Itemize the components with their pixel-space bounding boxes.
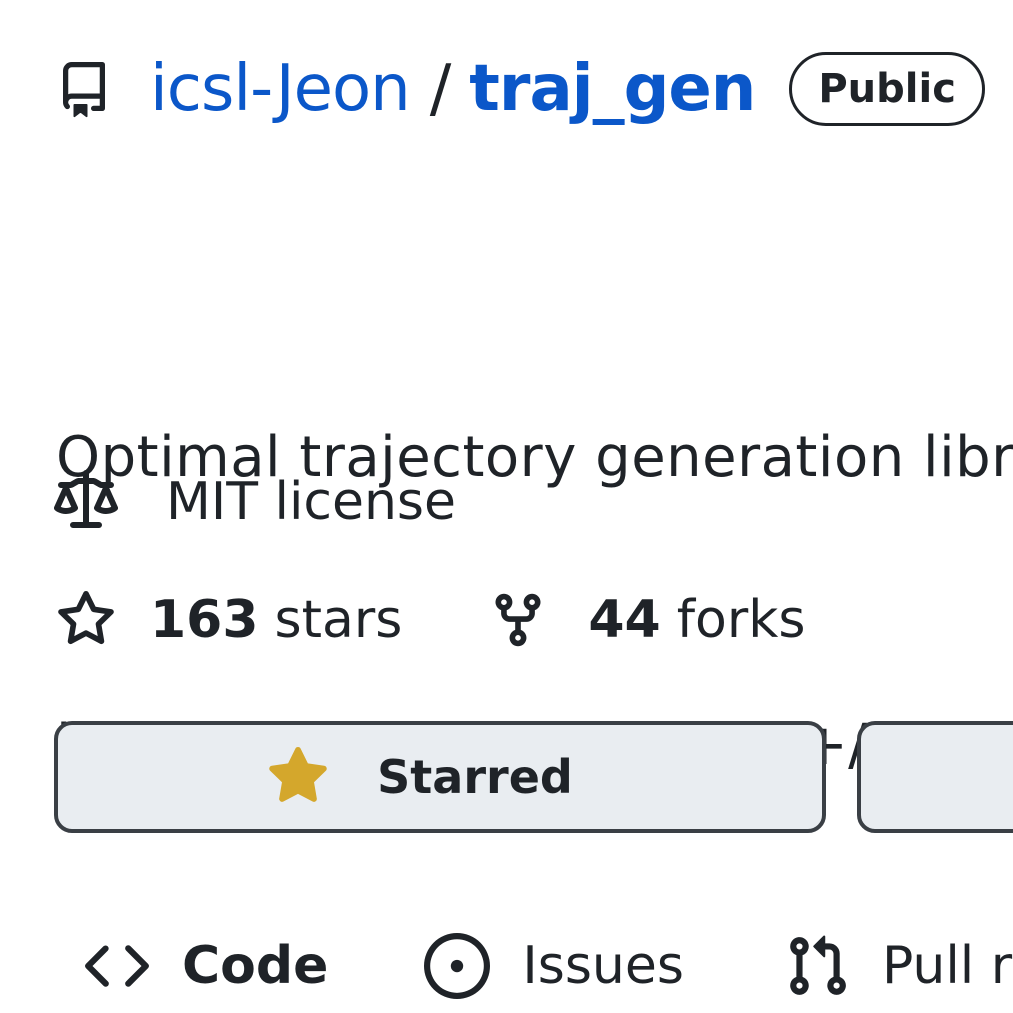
tab-issues[interactable]: Issues xyxy=(424,933,684,999)
visibility-badge: Public xyxy=(789,52,985,126)
repo-stats: 163 stars 44 forks xyxy=(56,588,805,652)
starred-button[interactable]: Starred xyxy=(54,721,826,833)
tab-issues-label: Issues xyxy=(522,936,684,996)
stars-label: stars xyxy=(274,590,403,650)
license-label: MIT license xyxy=(166,472,457,532)
license-link[interactable]: MIT license xyxy=(54,470,456,534)
git-pull-request-icon xyxy=(790,935,846,995)
repo-owner-link[interactable]: icsl-Jeon xyxy=(150,52,411,126)
fork-icon xyxy=(495,593,541,647)
repo-nav-tabs: Code Issues Pull requests xyxy=(84,926,1013,1006)
star-icon xyxy=(58,590,114,645)
stars-count: 163 xyxy=(150,590,259,650)
tab-pull-requests-label: Pull requests xyxy=(881,936,1013,996)
forks-label: forks xyxy=(676,590,806,650)
law-icon xyxy=(54,470,118,528)
notifications-button[interactable] xyxy=(857,721,1013,833)
tab-code[interactable]: Code xyxy=(84,933,328,999)
forks-count: 44 xyxy=(588,590,661,650)
repo-icon xyxy=(62,62,105,118)
code-icon xyxy=(85,945,149,987)
tab-pull-requests[interactable]: Pull requests xyxy=(784,933,1013,999)
path-separator: / xyxy=(429,52,452,126)
repo-header: icsl-Jeon / traj_gen Public xyxy=(56,44,985,134)
star-fill-icon xyxy=(269,746,327,802)
forks-link[interactable]: 44 forks xyxy=(488,590,805,650)
repository-page: icsl-Jeon / traj_gen Public Optimal traj… xyxy=(0,0,1013,1013)
issue-opened-icon xyxy=(424,933,491,999)
repo-name-link[interactable]: traj_gen xyxy=(469,52,756,126)
stars-link[interactable]: 163 stars xyxy=(56,590,402,650)
tab-code-label: Code xyxy=(182,936,329,996)
starred-label: Starred xyxy=(377,750,573,804)
